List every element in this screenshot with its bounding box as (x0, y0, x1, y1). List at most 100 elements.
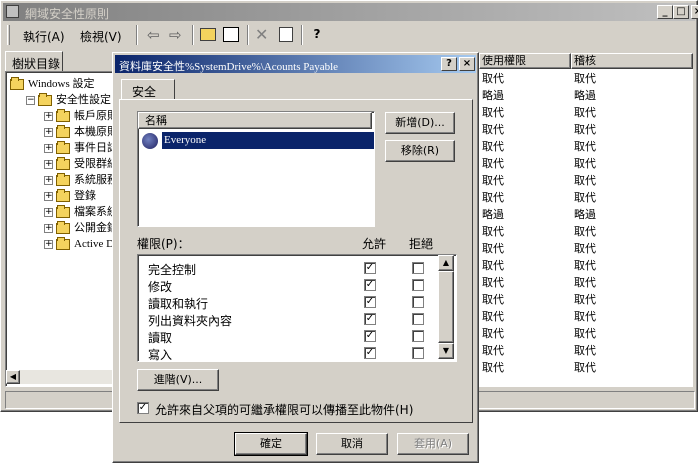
expand-toggle-icon[interactable]: − (26, 96, 35, 105)
toolbar: 執行(A) 檢視(V) ⇦ ⇨ ✕ ? (3, 23, 695, 49)
name-column-header[interactable]: 名稱 (138, 112, 372, 129)
list-row[interactable]: 取代 取代 (479, 121, 693, 138)
show-tree-icon[interactable] (223, 27, 239, 42)
cell-audit: 取代 (574, 191, 596, 204)
user-list[interactable]: 名稱 Everyone (137, 111, 375, 227)
column-permissions-label: 使用權限 (482, 54, 526, 67)
allow-checkbox[interactable]: ✓ (364, 313, 376, 325)
allow-checkbox[interactable]: ✓ (364, 347, 376, 359)
ok-button[interactable]: 確定 (234, 432, 308, 456)
advanced-button[interactable]: 進階(V)... (137, 369, 219, 391)
remove-button[interactable]: 移除(R) (385, 140, 455, 162)
delete-icon[interactable]: ✕ (255, 25, 268, 44)
main-title: 網域安全性原則 (25, 7, 110, 21)
dialog-title-bar[interactable]: 資料庫安全性%SystemDrive%\Acounts Payable ? × (115, 55, 476, 73)
folder-icon (56, 141, 70, 154)
permission-name: 列出資料夾內容 (148, 314, 233, 328)
back-arrow-icon[interactable]: ⇦ (147, 26, 160, 44)
list-row[interactable]: 取代 取代 (479, 308, 693, 325)
inherit-checkbox[interactable]: ✓ (137, 402, 149, 414)
tree-tab[interactable]: 樹狀目錄 (5, 51, 63, 71)
expand-toggle-icon[interactable]: + (44, 192, 53, 201)
close-button[interactable]: × (691, 5, 698, 19)
list-row[interactable]: 取代 取代 (479, 359, 693, 376)
user-name: Everyone (161, 131, 375, 150)
permission-rows: 完全控制 ✓ 修改 ✓ 讀取和執行 ✓ 列出資料夾內容 ✓ 讀取 ✓ 寫入 ✓ (138, 260, 438, 362)
deny-checkbox[interactable] (412, 279, 424, 291)
dialog-help-button[interactable]: ? (441, 57, 457, 71)
apply-button[interactable]: 套用(A) (397, 433, 469, 455)
folder-icon (56, 221, 70, 234)
add-button[interactable]: 新增(D)... (385, 112, 455, 134)
up-folder-icon[interactable] (200, 28, 216, 41)
scroll-left-button[interactable]: ◀ (6, 370, 20, 384)
allow-checkbox[interactable]: ✓ (364, 296, 376, 308)
scroll-down-button[interactable]: ▼ (438, 343, 454, 359)
permission-name: 寫入 (148, 348, 173, 362)
menu-action[interactable]: 執行(A) (23, 28, 65, 45)
list-row[interactable]: 略過 略過 (479, 206, 693, 223)
deny-checkbox[interactable] (412, 330, 424, 342)
expand-toggle-icon[interactable]: + (44, 224, 53, 233)
add-button-label: 新增(D)... (395, 116, 445, 129)
forward-arrow-icon[interactable]: ⇨ (169, 26, 182, 44)
expand-toggle-icon[interactable]: + (44, 208, 53, 217)
expand-toggle-icon[interactable]: + (44, 160, 53, 169)
scroll-thumb[interactable] (438, 271, 454, 343)
list-row[interactable]: 略過 略過 (479, 87, 693, 104)
column-audit[interactable]: 稽核 (571, 53, 693, 69)
deny-checkbox[interactable] (412, 296, 424, 308)
cancel-button[interactable]: 取消 (316, 433, 388, 455)
list-row[interactable]: 取代 取代 (479, 172, 693, 189)
allow-checkbox[interactable]: ✓ (364, 330, 376, 342)
list-row[interactable]: 取代 取代 (479, 138, 693, 155)
scroll-up-button[interactable]: ▲ (438, 255, 454, 271)
deny-checkbox[interactable] (412, 262, 424, 274)
menu-view[interactable]: 檢視(V) (80, 28, 122, 45)
cell-audit: 取代 (574, 225, 596, 238)
main-title-bar[interactable]: 網域安全性原則 _ □ × (3, 3, 698, 21)
expand-toggle-icon[interactable]: + (44, 240, 53, 249)
export-list-icon[interactable] (279, 27, 293, 42)
dialog-close-button[interactable]: × (459, 57, 475, 71)
cancel-button-label: 取消 (341, 437, 363, 450)
allow-checkbox[interactable]: ✓ (364, 279, 376, 291)
list-row[interactable]: 取代 取代 (479, 257, 693, 274)
maximize-button[interactable]: □ (673, 5, 689, 19)
deny-checkbox[interactable] (412, 347, 424, 359)
expand-toggle-icon[interactable]: + (44, 128, 53, 137)
column-permissions[interactable]: 使用權限 (479, 53, 571, 69)
list-row[interactable]: 取代 取代 (479, 223, 693, 240)
tab-security[interactable]: 安全 (121, 79, 175, 100)
expand-toggle-icon[interactable]: + (44, 176, 53, 185)
list-row[interactable]: 取代 取代 (479, 325, 693, 342)
minimize-button[interactable]: _ (657, 5, 673, 19)
cell-permission: 取代 (482, 225, 504, 238)
cell-audit: 取代 (574, 344, 596, 357)
cell-audit: 取代 (574, 174, 596, 187)
list-row[interactable]: 取代 取代 (479, 240, 693, 257)
user-row-everyone[interactable]: Everyone (142, 131, 375, 150)
list-pane: 使用權限 稽核 取代 取代 略過 略過 取代 取代 取代 取代 取代 取代 取代 取代 取代 取代 取代 取代… (479, 53, 693, 387)
help-icon[interactable]: ? (309, 27, 325, 42)
cell-audit: 取代 (574, 123, 596, 136)
expand-toggle-icon[interactable]: + (44, 112, 53, 121)
deny-checkbox[interactable] (412, 313, 424, 325)
tree-item-label: 安全性設定 (56, 94, 111, 106)
permissions-vscrollbar[interactable]: ▲ ▼ (438, 255, 454, 359)
list-row[interactable]: 取代 取代 (479, 342, 693, 359)
list-row[interactable]: 取代 取代 (479, 104, 693, 121)
cell-audit: 略過 (574, 89, 596, 102)
permission-row: 列出資料夾內容 ✓ (138, 311, 438, 328)
allow-checkbox[interactable]: ✓ (364, 262, 376, 274)
list-row[interactable]: 取代 取代 (479, 70, 693, 87)
list-row[interactable]: 取代 取代 (479, 189, 693, 206)
list-row[interactable]: 取代 取代 (479, 291, 693, 308)
list-row[interactable]: 取代 取代 (479, 155, 693, 172)
expand-toggle-icon[interactable]: + (44, 144, 53, 153)
folder-icon (56, 205, 70, 218)
list-row[interactable]: 取代 取代 (479, 274, 693, 291)
allow-label: 允許 (362, 237, 387, 251)
cell-audit: 取代 (574, 106, 596, 119)
cell-permission: 取代 (482, 293, 504, 306)
